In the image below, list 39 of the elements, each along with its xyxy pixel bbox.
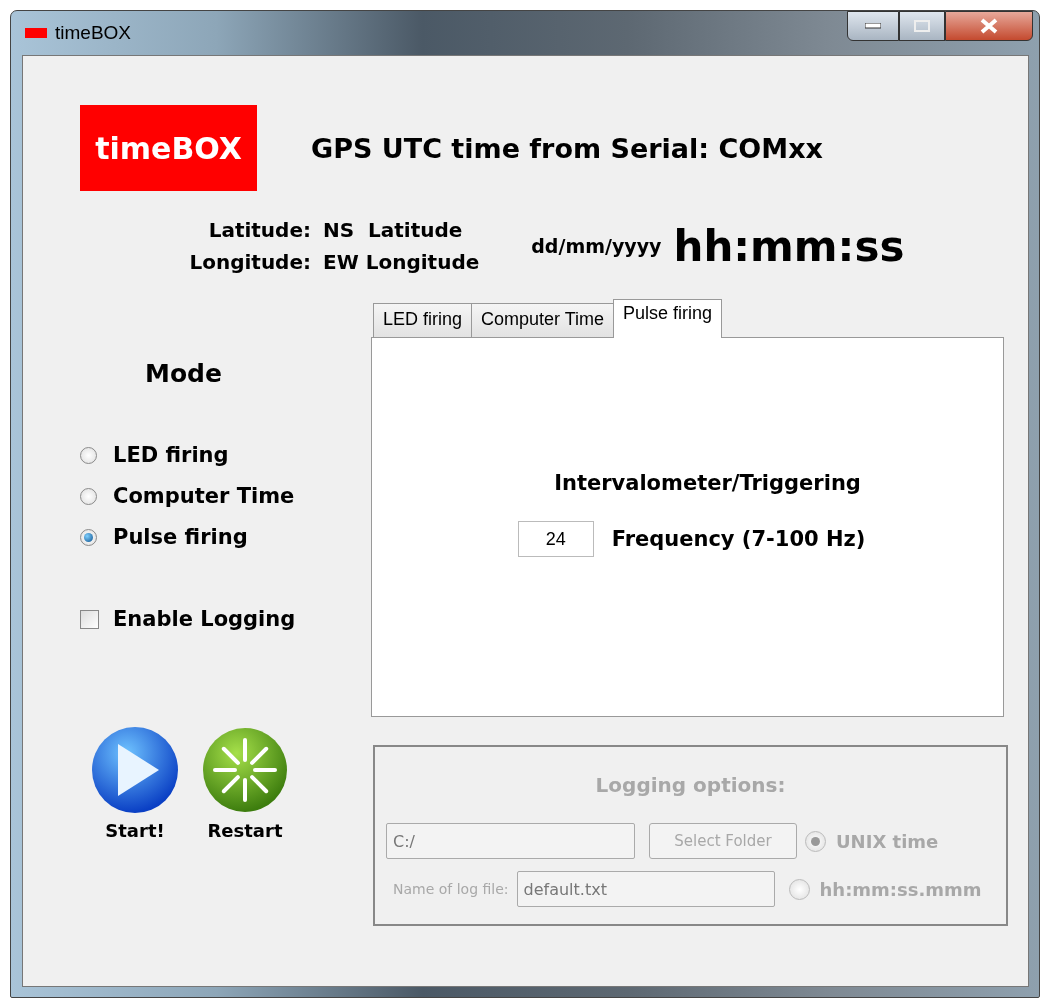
panel-heading: Intervalometer/Triggering [554,471,861,495]
option-label: hh:mm:ss.mmm [819,878,982,900]
longitude-label: Longitude: [188,250,311,274]
latitude-label: Latitude: [207,218,311,242]
maximize-icon [914,20,930,32]
minimize-icon [865,23,881,29]
radio-button[interactable] [80,487,97,505]
option-label: Computer Time [113,484,295,508]
logo: timeBOX [80,105,257,191]
radio-button[interactable] [80,528,97,546]
option-label: UNIX time [836,830,939,852]
play-icon [91,726,179,814]
frequency-label: Frequency (7-100 Hz) [611,527,866,551]
checkbox-label: Enable Logging [113,607,296,631]
latitude-value: NS Latitude [323,218,464,242]
mode-label: Mode [145,359,223,388]
tab[interactable]: LED firing [373,303,473,337]
start-button[interactable]: Start! [91,726,179,841]
close-icon [980,18,998,34]
group-title: Logging options: [594,773,787,797]
date-text: dd/mm/yyyy [531,235,662,257]
tab[interactable]: Pulse firing [613,299,723,338]
close-button[interactable] [945,11,1033,41]
heading: GPS UTC time from Serial: COMxx [311,132,823,164]
time-text: hh:mm:ss [673,221,905,271]
file-name-label: Name of log file: [393,881,509,897]
option-label: LED firing [113,443,229,467]
burst-icon [201,726,289,814]
maximize-button[interactable] [899,11,945,41]
minimize-button[interactable] [847,11,899,41]
window-title: timeBOX [55,22,132,44]
longitude-value: EW Longitude [323,250,480,274]
restart-button[interactable]: Restart [201,726,289,841]
option-label: Pulse firing [113,525,248,549]
radio-button[interactable] [80,446,97,464]
checkbox[interactable] [80,609,99,629]
app-icon [25,28,47,38]
frequency-field[interactable]: 24 [517,521,594,557]
tab[interactable]: Computer Time [471,303,615,337]
